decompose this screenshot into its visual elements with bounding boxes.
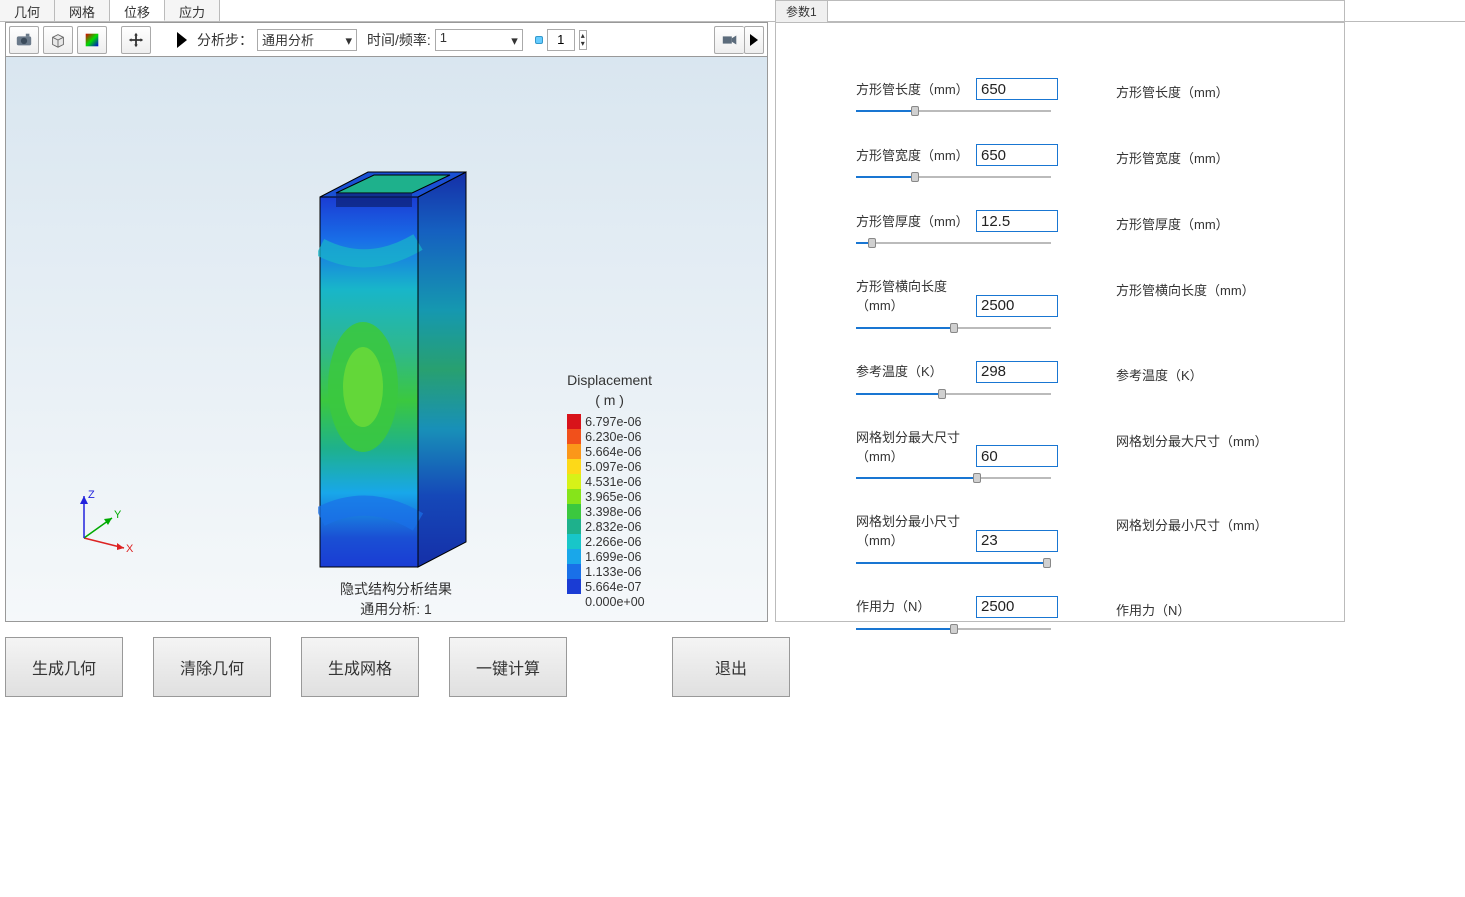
legend-value: 5.097e-06 [581,460,641,474]
param-right-1: 方形管宽度（mm） [1116,144,1229,167]
legend-value: 4.531e-06 [581,475,641,489]
param-input-0[interactable] [976,78,1058,100]
param-label-2: 方形管厚度（mm） [856,211,976,230]
tab-3[interactable]: 应力 [165,0,220,21]
legend-value: 6.230e-06 [581,430,641,444]
param-label-3: 方形管横向长度（mm） [856,276,976,314]
legend-value: 3.965e-06 [581,490,641,504]
legend-swatch [567,504,581,519]
step-label: 分析步： [197,30,253,50]
legend-value: 2.266e-06 [581,535,641,549]
params-tab[interactable]: 参数1 [776,1,828,22]
button-1[interactable]: 清除几何 [153,637,271,697]
caption-l2: 通用分析: 1 [316,599,476,619]
record-icon[interactable] [744,26,764,54]
legend-value: 5.664e-06 [581,445,641,459]
step-select[interactable]: 通用分析▾ [257,29,357,51]
legend-unit: ( m ) [567,392,652,408]
axis-z-label: Z [88,489,95,501]
param-slider-7[interactable] [856,622,1051,636]
button-2[interactable]: 生成网格 [301,637,419,697]
legend-swatch [567,534,581,549]
legend-value: 1.699e-06 [581,550,641,564]
legend-swatch [567,519,581,534]
param-right-6: 网格划分最小尺寸（mm） [1116,511,1268,534]
param-label-1: 方形管宽度（mm） [856,145,976,164]
param-label-7: 作用力（N） [856,596,976,615]
param-input-6[interactable] [976,530,1058,552]
param-label-5: 网格划分最大尺寸（mm） [856,427,976,465]
legend-value: 0.000e+00 [581,595,644,609]
legend-swatch [567,564,581,579]
color-legend: Displacement ( m ) 6.797e-066.230e-065.6… [567,372,652,609]
param-right-3: 方形管横向长度（mm） [1116,276,1255,299]
param-input-4[interactable] [976,361,1058,383]
axis-triad: X Y Z [64,488,134,561]
legend-value: 6.797e-06 [581,415,641,429]
legend-swatch [567,429,581,444]
caption-l1: 隐式结构分析结果 [316,579,476,599]
legend-swatch [567,579,581,594]
axis-y-label: Y [114,509,122,521]
button-3[interactable]: 一键计算 [449,637,567,697]
legend-title: Displacement [567,372,652,388]
param-input-5[interactable] [976,445,1058,467]
param-input-3[interactable] [976,295,1058,317]
viewport-3d[interactable]: X Y Z [6,57,767,621]
tab-2[interactable]: 位移 [110,0,165,21]
time-label: 时间/频率: [367,30,431,50]
colormap-icon[interactable] [77,26,107,54]
param-right-2: 方形管厚度（mm） [1116,210,1229,233]
legend-swatch [567,489,581,504]
play-forward-icon[interactable] [177,32,187,48]
model-render [318,157,478,580]
slider-dot[interactable] [535,36,543,44]
param-right-7: 作用力（N） [1116,596,1190,619]
legend-swatch [567,594,581,609]
video-icon[interactable] [714,26,744,54]
tab-1[interactable]: 网格 [55,0,110,21]
legend-swatch [567,474,581,489]
step-up-down[interactable]: ▴▾ [579,30,587,50]
param-label-0: 方形管长度（mm） [856,79,976,98]
cube-icon[interactable] [43,26,73,54]
legend-swatch [567,459,581,474]
legend-value: 5.664e-07 [581,580,641,594]
param-right-0: 方形管长度（mm） [1116,78,1229,101]
param-slider-0[interactable] [856,104,1051,118]
move-icon[interactable] [121,26,151,54]
legend-value: 2.832e-06 [581,520,641,534]
axis-x-label: X [126,543,134,555]
param-slider-4[interactable] [856,387,1051,401]
button-0[interactable]: 生成几何 [5,637,123,697]
legend-swatch [567,549,581,564]
legend-value: 3.398e-06 [581,505,641,519]
param-input-1[interactable] [976,144,1058,166]
counter-input[interactable] [547,29,575,51]
camera-icon[interactable] [9,26,39,54]
param-slider-3[interactable] [856,321,1051,335]
legend-swatch [567,444,581,459]
param-input-7[interactable] [976,596,1058,618]
param-slider-5[interactable] [856,471,1051,485]
param-label-6: 网格划分最小尺寸（mm） [856,511,976,549]
param-right-5: 网格划分最大尺寸（mm） [1116,427,1268,450]
time-select[interactable]: 1▾ [435,29,523,51]
button-4[interactable]: 退出 [672,637,790,697]
param-slider-2[interactable] [856,236,1051,250]
param-slider-6[interactable] [856,556,1051,570]
legend-swatch [567,414,581,429]
legend-value: 1.133e-06 [581,565,641,579]
tab-0[interactable]: 几何 [0,0,55,21]
param-label-4: 参考温度（K） [856,361,976,380]
param-input-2[interactable] [976,210,1058,232]
param-right-4: 参考温度（K） [1116,361,1203,384]
param-slider-1[interactable] [856,170,1051,184]
